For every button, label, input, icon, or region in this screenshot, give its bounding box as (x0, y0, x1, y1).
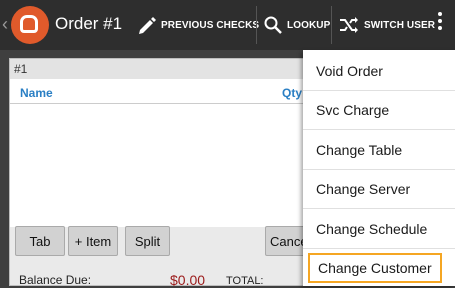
order-options-menu: Void Order Svc Charge Change Table Chang… (303, 50, 455, 286)
toast-logo-icon[interactable] (11, 6, 49, 44)
column-header-name: Name (20, 86, 53, 100)
total-label: TOTAL: (226, 275, 264, 287)
item-list[interactable]: Name Qty (10, 79, 308, 227)
add-item-button[interactable]: + Item (68, 226, 118, 256)
top-bar: ‹ Order #1 PREVIOUS CHECKS LOOKUP SWITCH… (0, 0, 455, 50)
split-button[interactable]: Split (125, 226, 170, 256)
check-number: #1 (10, 59, 308, 79)
more-vert-icon[interactable] (438, 12, 442, 33)
lookup-button[interactable]: LOOKUP (263, 0, 330, 50)
menu-item-svc-charge[interactable]: Svc Charge (303, 91, 455, 130)
menu-item-change-schedule[interactable]: Change Schedule (303, 210, 455, 249)
order-title: Order #1 (55, 14, 123, 33)
menu-item-change-customer[interactable]: Change Customer (308, 253, 442, 283)
menu-item-void-order[interactable]: Void Order (303, 52, 455, 91)
menu-item-change-table[interactable]: Change Table (303, 131, 455, 170)
previous-checks-label: PREVIOUS CHECKS (161, 19, 260, 31)
balance-due-label: Balance Due: (19, 273, 92, 287)
column-header-qty: Qty (282, 86, 303, 100)
divider (256, 6, 257, 44)
previous-checks-button[interactable]: PREVIOUS CHECKS (137, 0, 259, 50)
switch-user-label: SWITCH USER (364, 19, 436, 31)
lookup-label: LOOKUP (287, 19, 331, 31)
divider (10, 103, 308, 104)
shuffle-icon (340, 17, 358, 33)
switch-user-button[interactable]: SWITCH USER (338, 0, 435, 50)
search-icon (264, 16, 282, 34)
chevron-left-icon[interactable]: ‹ (2, 13, 8, 35)
divider (331, 6, 332, 44)
pencil-icon (139, 17, 156, 34)
menu-item-change-server[interactable]: Change Server (303, 170, 455, 209)
check-panel: #1 Name Qty Tab + Item Split Cance Balan… (9, 58, 317, 288)
tab-button[interactable]: Tab (15, 226, 65, 256)
